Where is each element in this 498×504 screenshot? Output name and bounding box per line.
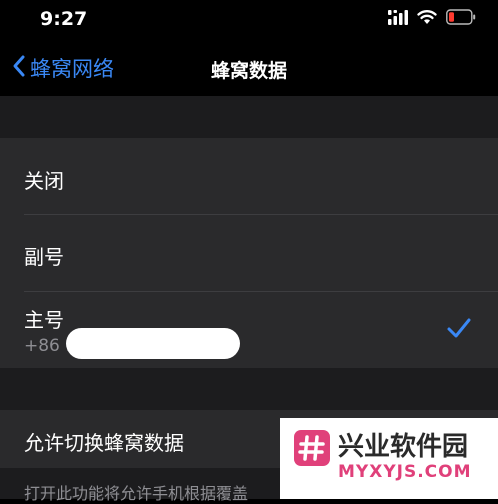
watermark-logo-icon [294, 430, 330, 466]
option-label: 副号 [24, 245, 64, 269]
checkmark-icon [446, 316, 472, 344]
watermark-title: 兴业软件园 [338, 432, 469, 462]
cellular-signal-icon [388, 9, 408, 29]
status-bar: 9:27 [0, 0, 498, 40]
footer-text: 打开此功能将允许手机根据覆盖 [24, 484, 249, 503]
wifi-icon [417, 9, 437, 29]
switch-label: 允许切换蜂窝数据 [24, 431, 184, 455]
option-label: 关闭 [24, 169, 64, 193]
battery-low-icon [446, 9, 476, 29]
watermark: 兴业软件园 MYXYJS.COM [280, 418, 498, 499]
redaction-mask [66, 328, 240, 359]
option-row-secondary[interactable]: 副号 [0, 215, 498, 291]
status-time: 9:27 [40, 8, 88, 30]
page-title: 蜂窝数据 [210, 60, 287, 82]
option-label: 主号 [24, 308, 64, 332]
option-row-off[interactable]: 关闭 [0, 138, 498, 214]
watermark-url: MYXYJS.COM [338, 462, 472, 482]
section-spacer [0, 368, 498, 410]
section-spacer [0, 96, 498, 138]
nav-bar: 蜂窝网络 蜂窝数据 [0, 40, 498, 96]
status-icons [388, 9, 476, 29]
